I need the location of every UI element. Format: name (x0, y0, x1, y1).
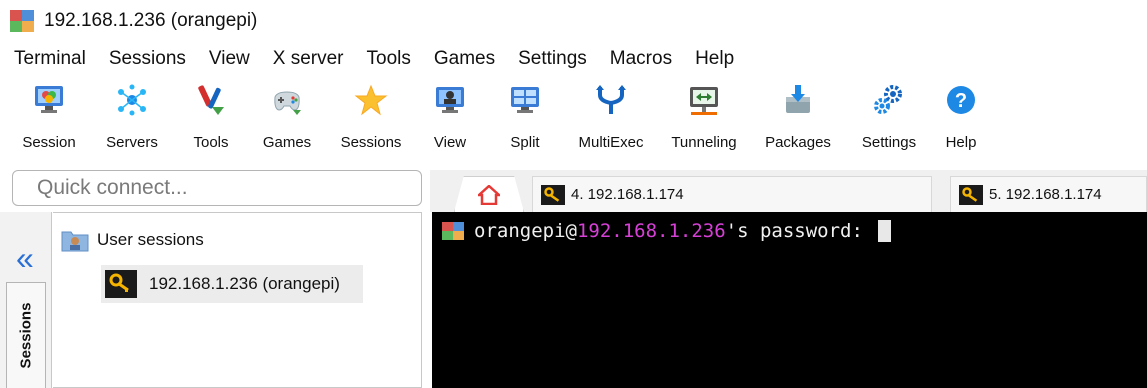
session-icon (32, 76, 66, 124)
toolbar-multiexec-button[interactable]: MultiExec (568, 76, 654, 151)
menu-terminal[interactable]: Terminal (14, 48, 86, 70)
prompt-suffix: 's password: (725, 220, 875, 242)
title-bar: 192.168.1.236 (orangepi) (0, 0, 1147, 42)
sessions-vertical-tab-label: Sessions (17, 302, 35, 369)
menu-settings[interactable]: Settings (518, 48, 587, 70)
terminal[interactable]: orangepi@ 192.168.1.236's password: (432, 212, 1147, 388)
toolbar-sessions-button[interactable]: Sessions (330, 76, 412, 151)
menu-x-server[interactable]: X server (273, 48, 344, 70)
toolbar-label: Session (22, 134, 76, 151)
toolbar-label: Games (262, 134, 312, 151)
sessions-vertical-tab[interactable]: Sessions (6, 282, 46, 388)
session-item-label: 192.168.1.236 (orangepi) (149, 274, 340, 293)
toolbar-help-button[interactable]: ? Help (936, 76, 986, 151)
help-icon: ? (944, 76, 978, 124)
mobaxterm-icon (442, 222, 464, 240)
mobaxterm-icon (10, 10, 34, 32)
key-icon (959, 184, 983, 205)
key-icon (105, 270, 137, 298)
menu-games[interactable]: Games (434, 48, 495, 70)
menu-bar: Terminal Sessions View X server Tools Ga… (0, 42, 734, 76)
home-icon (478, 184, 500, 205)
prompt-host: 192.168.1.236 (576, 220, 726, 242)
menu-view[interactable]: View (209, 48, 250, 70)
toolbar-split-button[interactable]: Split (488, 76, 562, 151)
toolbar-label: Tunneling (671, 134, 737, 151)
key-icon (541, 184, 565, 205)
gamepad-icon (270, 76, 304, 124)
toolbar-games-button[interactable]: Games (250, 76, 324, 151)
user-sessions-label: User sessions (97, 230, 204, 249)
svg-text:?: ? (955, 90, 967, 112)
toolbar-label: Servers (106, 134, 158, 151)
toolbar-label: Sessions (340, 134, 402, 151)
menu-tools[interactable]: Tools (367, 48, 411, 70)
toolbar-session-button[interactable]: Session (12, 76, 86, 151)
tab-label: 5. 192.168.1.174 (989, 186, 1102, 203)
star-icon (354, 76, 388, 124)
toolbar-label: Packages (765, 134, 831, 151)
prompt-user: orangepi@ (474, 220, 577, 242)
view-icon (433, 76, 467, 124)
packages-icon (781, 76, 815, 124)
session-tree: User sessions 192.168.1.236 (orangepi) (53, 212, 422, 388)
toolbar-settings-button[interactable]: Settings (848, 76, 930, 151)
tunneling-icon (687, 76, 721, 124)
tab-label: 4. 192.168.1.174 (571, 186, 684, 203)
terminal-prompt-line: orangepi@ 192.168.1.236's password: (442, 220, 892, 242)
toolbar-label: Settings (861, 134, 917, 151)
servers-icon (115, 76, 149, 124)
quick-connect-box (12, 170, 422, 206)
split-icon (508, 76, 542, 124)
quick-connect-input[interactable] (13, 171, 421, 205)
tab-bar: 4. 192.168.1.174 5. 192.168.1.174 (430, 170, 1147, 212)
toolbar-label: Split (510, 134, 540, 151)
toolbar-servers-button[interactable]: Servers (92, 76, 172, 151)
menu-help[interactable]: Help (695, 48, 734, 70)
user-folder-icon (61, 231, 89, 252)
toolbar-label: Help (945, 134, 977, 151)
home-tab[interactable] (454, 176, 524, 212)
tools-icon (194, 76, 228, 124)
toolbar-label: MultiExec (578, 134, 644, 151)
tab-session-4[interactable]: 4. 192.168.1.174 (532, 176, 932, 212)
user-sessions-folder[interactable]: User sessions (61, 228, 204, 252)
tab-session-5[interactable]: 5. 192.168.1.174 (950, 176, 1147, 212)
gears-icon (872, 76, 906, 124)
toolbar: Session Servers Tools Games Sessions Vie… (0, 76, 1147, 170)
toolbar-label: View (433, 134, 467, 151)
collapse-sidebar-icon[interactable]: « (16, 242, 34, 274)
multiexec-icon (594, 76, 628, 124)
toolbar-label: Tools (193, 134, 229, 151)
terminal-cursor (878, 220, 892, 242)
toolbar-view-button[interactable]: View (418, 76, 482, 151)
toolbar-tools-button[interactable]: Tools (178, 76, 244, 151)
toolbar-packages-button[interactable]: Packages (754, 76, 842, 151)
window-title: 192.168.1.236 (orangepi) (44, 10, 258, 31)
menu-sessions[interactable]: Sessions (109, 48, 186, 70)
menu-macros[interactable]: Macros (610, 48, 672, 70)
session-item[interactable]: 192.168.1.236 (orangepi) (101, 265, 363, 303)
toolbar-tunneling-button[interactable]: Tunneling (660, 76, 748, 151)
